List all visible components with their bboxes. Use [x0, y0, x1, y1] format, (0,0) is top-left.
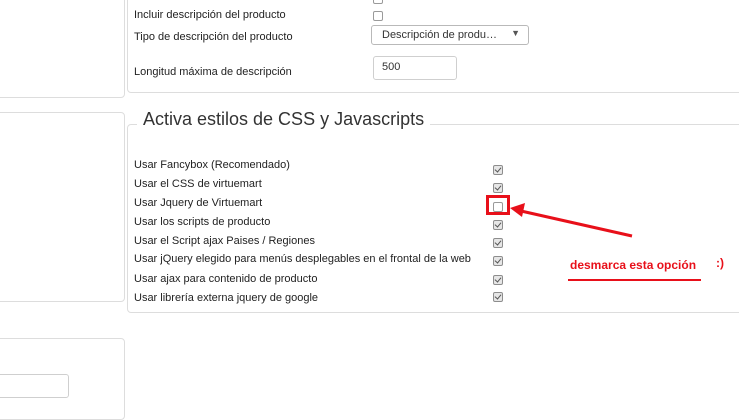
option-label-ajax-product-content: Usar ajax para contenido de producto: [134, 273, 318, 285]
max-description-length-input[interactable]: 500: [373, 56, 457, 80]
description-type-select[interactable]: Descripción de produ… ▼: [371, 25, 529, 45]
option-checkbox-fancybox[interactable]: [493, 165, 503, 175]
option-label-fancybox: Usar Fancybox (Recomendado): [134, 159, 290, 171]
option-checkbox-google-jquery[interactable]: [493, 292, 503, 302]
description-type-value: Descripción de produ…: [382, 29, 497, 41]
option-label-virtuemart-jquery: Usar Jquery de Virtuemart: [134, 197, 263, 209]
option-label-ajax-countries: Usar el Script ajax Paises / Regiones: [134, 235, 315, 247]
option-label-google-jquery: Usar librería externa jquery de google: [134, 292, 319, 304]
option-checkbox-ajax-countries[interactable]: [493, 238, 503, 248]
include-description-checkbox[interactable]: [373, 11, 383, 21]
option-checkbox-virtuemart-css[interactable]: [493, 183, 503, 193]
left-text-field[interactable]: [0, 374, 69, 398]
include-description-label: Incluir descripción del producto: [134, 9, 286, 21]
option-label-virtuemart-css: Usar el CSS de virtuemart: [134, 178, 262, 190]
option-label-jquery-dropdowns: Usar jQuery elegido para menús desplegab…: [134, 253, 471, 265]
option-checkbox-jquery-dropdowns[interactable]: [493, 256, 503, 266]
annotation-text: desmarca esta opción: [570, 258, 697, 272]
chevron-down-icon: ▼: [511, 28, 520, 38]
option-checkbox-product-scripts[interactable]: [493, 220, 503, 230]
left-panel-middle: [0, 112, 125, 302]
option-checkbox-ajax-product-content[interactable]: [493, 275, 503, 285]
max-description-length-value: 500: [382, 61, 401, 73]
partial-checkbox-top[interactable]: [373, 0, 383, 4]
css-js-section-title: Activa estilos de CSS y Javascripts: [137, 109, 431, 130]
left-panel-bottom: [0, 338, 125, 420]
max-description-length-label: Longitud máxima de descripción: [134, 66, 292, 78]
annotation-emoticon: :): [716, 256, 724, 270]
highlight-box: [486, 195, 510, 215]
option-label-product-scripts: Usar los scripts de producto: [134, 216, 271, 228]
description-type-label: Tipo de descripción del producto: [134, 31, 293, 43]
left-panel-top: [0, 0, 125, 98]
